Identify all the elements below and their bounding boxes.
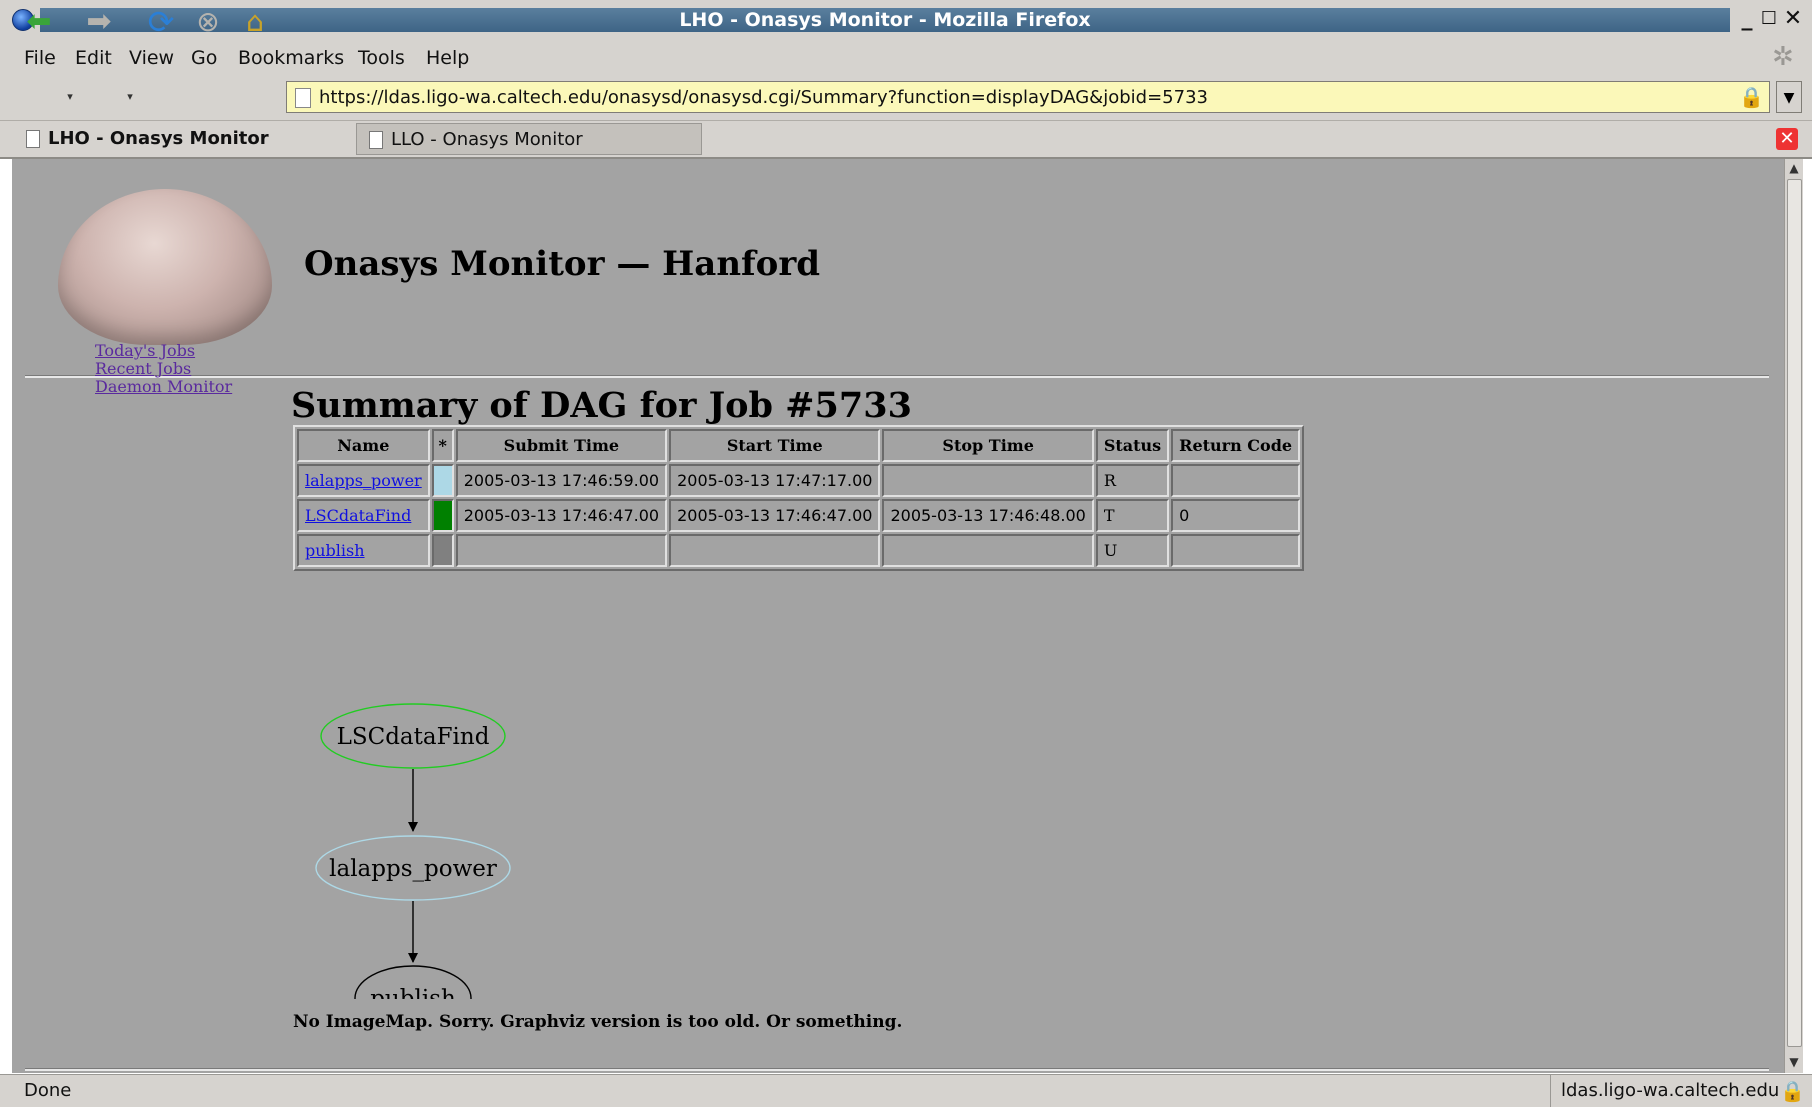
tab-strip: LHO - Onasys Monitor LLO - Onasys Monito… bbox=[0, 121, 1812, 159]
site-title: Onasys Monitor — Hanford bbox=[304, 244, 821, 284]
imagemap-note: No ImageMap. Sorry. Graphviz version is … bbox=[293, 1012, 903, 1032]
url-bar[interactable]: 🔒 bbox=[286, 81, 1770, 113]
start-time-cell: 2005-03-13 17:46:47.00 bbox=[669, 499, 881, 532]
status-cell: R bbox=[1095, 464, 1170, 497]
column-header-stop-time: Stop Time bbox=[882, 429, 1094, 462]
job-name-cell: LSCdataFind bbox=[297, 499, 430, 532]
stop-time-cell bbox=[882, 464, 1094, 497]
column-header-status: Status bbox=[1095, 429, 1170, 462]
maximize-button[interactable]: ☐ bbox=[1758, 6, 1780, 32]
job-link[interactable]: LSCdataFind bbox=[305, 506, 411, 525]
back-arrow-icon[interactable]: ⬅ bbox=[20, 4, 58, 40]
column-header-return-code: Return Code bbox=[1171, 429, 1301, 462]
job-color-swatch bbox=[431, 534, 454, 567]
lock-icon: 🔒 bbox=[1739, 85, 1764, 109]
minimize-button[interactable]: _ bbox=[1736, 6, 1758, 32]
submit-time-cell: 2005-03-13 17:46:59.00 bbox=[455, 464, 668, 497]
job-name-cell: lalapps_power bbox=[297, 464, 430, 497]
window-title: LHO - Onasys Monitor - Mozilla Firefox bbox=[679, 9, 1091, 31]
job-color-swatch bbox=[431, 499, 454, 532]
forward-history-dropdown[interactable]: ▾ bbox=[124, 82, 136, 112]
column-header-submit-time: Submit Time bbox=[455, 429, 668, 462]
stop-time-cell bbox=[882, 534, 1094, 567]
lock-icon: 🔒 bbox=[1780, 1079, 1805, 1103]
stop-icon[interactable]: ⊗ bbox=[189, 4, 227, 40]
start-time-cell: 2005-03-13 17:47:17.00 bbox=[669, 464, 881, 497]
divider bbox=[25, 1068, 1769, 1071]
menu-bookmarks[interactable]: Bookmarks bbox=[238, 40, 344, 76]
menu-file[interactable]: File bbox=[24, 40, 56, 76]
scroll-up-arrow-icon[interactable]: ▲ bbox=[1785, 159, 1803, 177]
forward-arrow-icon[interactable]: ➡ bbox=[80, 4, 118, 40]
divider bbox=[25, 375, 1769, 378]
return-code-cell bbox=[1171, 534, 1301, 567]
close-tab-icon[interactable]: ✕ bbox=[1776, 128, 1798, 150]
return-code-cell: 0 bbox=[1171, 499, 1301, 532]
status-bar: Done ldas.ligo-wa.caltech.edu 🔒 bbox=[0, 1074, 1812, 1107]
menu-view[interactable]: View bbox=[129, 40, 174, 76]
menu-bar: File Edit View Go Bookmarks Tools Help bbox=[0, 40, 1812, 76]
dag-node-label: lalapps_power bbox=[329, 856, 497, 882]
status-cell: U bbox=[1095, 534, 1170, 567]
nav-link-todays-jobs[interactable]: Today's Jobs bbox=[95, 341, 195, 360]
start-time-cell bbox=[669, 534, 881, 567]
vertical-scrollbar[interactable]: ▲ ▼ bbox=[1784, 159, 1803, 1073]
job-link[interactable]: publish bbox=[305, 541, 365, 560]
menu-help[interactable]: Help bbox=[426, 40, 469, 76]
scroll-down-arrow-icon[interactable]: ▼ bbox=[1785, 1053, 1803, 1071]
table-row: publish U bbox=[297, 534, 1301, 567]
job-color-swatch bbox=[431, 464, 454, 497]
job-link[interactable]: lalapps_power bbox=[305, 471, 422, 490]
dag-job-table: Name * Submit Time Start Time Stop Time … bbox=[293, 425, 1305, 571]
menu-go[interactable]: Go bbox=[191, 40, 217, 76]
page-content: Onasys Monitor — Hanford Today's Jobs Re… bbox=[12, 159, 1784, 1073]
submit-time-cell: 2005-03-13 17:46:47.00 bbox=[455, 499, 668, 532]
column-header-name: Name bbox=[297, 429, 430, 462]
menu-edit[interactable]: Edit bbox=[75, 40, 112, 76]
column-header-start-time: Start Time bbox=[669, 429, 881, 462]
table-row: lalapps_power 2005-03-13 17:46:59.00 200… bbox=[297, 464, 1301, 497]
dag-node-label: LSCdataFind bbox=[337, 724, 490, 750]
stop-time-cell: 2005-03-13 17:46:48.00 bbox=[882, 499, 1094, 532]
nav-link-daemon-monitor[interactable]: Daemon Monitor bbox=[95, 377, 232, 396]
job-name-cell: publish bbox=[297, 534, 430, 567]
url-input[interactable] bbox=[319, 82, 1699, 112]
tab-label: LHO - Onasys Monitor bbox=[48, 128, 269, 149]
table-header-row: Name * Submit Time Start Time Stop Time … bbox=[297, 429, 1301, 462]
back-history-dropdown[interactable]: ▾ bbox=[64, 82, 76, 112]
status-cell: T bbox=[1095, 499, 1170, 532]
tab-lho[interactable]: LHO - Onasys Monitor bbox=[14, 123, 356, 155]
scrollbar-thumb[interactable] bbox=[1787, 179, 1802, 1047]
menu-tools[interactable]: Tools bbox=[358, 40, 405, 76]
submit-time-cell bbox=[455, 534, 668, 567]
nav-link-recent-jobs[interactable]: Recent Jobs bbox=[95, 359, 191, 378]
page-icon bbox=[369, 131, 383, 149]
page-heading: Summary of DAG for Job #5733 bbox=[291, 385, 912, 426]
status-text: Done bbox=[24, 1080, 72, 1101]
throbber-icon: ✲ bbox=[1772, 42, 1794, 72]
table-row: LSCdataFind 2005-03-13 17:46:47.00 2005-… bbox=[297, 499, 1301, 532]
home-icon[interactable]: ⌂ bbox=[236, 4, 274, 40]
dag-graph: LSCdataFind lalapps_power publish bbox=[315, 703, 511, 999]
site-logo bbox=[58, 189, 272, 345]
tab-llo[interactable]: LLO - Onasys Monitor bbox=[356, 123, 702, 155]
dag-node-label: publish bbox=[370, 986, 456, 999]
status-host: ldas.ligo-wa.caltech.edu bbox=[1550, 1075, 1779, 1107]
tab-label: LLO - Onasys Monitor bbox=[391, 129, 583, 150]
page-icon bbox=[26, 130, 40, 148]
url-history-dropdown[interactable]: ▼ bbox=[1776, 81, 1802, 113]
reload-icon[interactable]: ⟳ bbox=[142, 4, 180, 40]
page-icon bbox=[295, 88, 311, 108]
column-header-star: * bbox=[431, 429, 454, 462]
close-button[interactable]: ✕ bbox=[1782, 6, 1804, 32]
return-code-cell bbox=[1171, 464, 1301, 497]
